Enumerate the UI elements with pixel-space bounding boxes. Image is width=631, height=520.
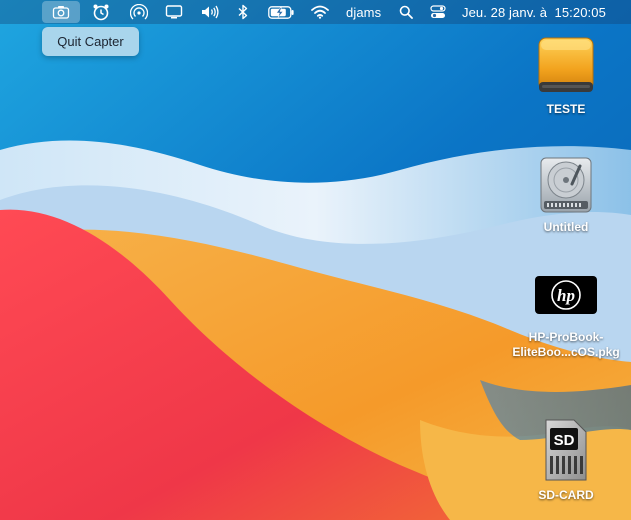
desktop-item-label-line1: HP-ProBook- [528, 330, 604, 344]
desktop-item-hp-package[interactable]: hp HP-ProBook- EliteBoo...cOS.pkg [511, 272, 621, 360]
user-name[interactable]: djams [346, 0, 381, 24]
desktop-item-sd-card[interactable]: SD SD-CARD [511, 418, 621, 503]
menu-clock[interactable]: Jeu. 28 janv. à 15:20:05 [462, 0, 606, 24]
desktop-item-label: SD-CARD [538, 488, 594, 502]
clock-text: Jeu. 28 janv. à 15:20:05 [462, 4, 606, 20]
capter-tooltip: Quit Capter [42, 27, 139, 56]
menu-bar: djams Jeu. 28 janv. à 15:20:05 [0, 0, 631, 24]
bluetooth-icon[interactable] [234, 0, 252, 24]
desktop-item-teste[interactable]: TESTE [511, 36, 621, 117]
airdrop-icon[interactable] [128, 0, 150, 24]
desktop-item-label: HP-ProBook- EliteBoo...cOS.pkg [511, 330, 621, 360]
tooltip-text: Quit Capter [57, 34, 124, 49]
hard-disk-icon [511, 156, 621, 216]
desktop-item-untitled[interactable]: Untitled [511, 156, 621, 235]
desktop-item-label: Untitled [543, 220, 589, 234]
desktop-item-label-line2: EliteBoo...cOS.pkg [512, 345, 620, 359]
control-center-icon[interactable] [428, 0, 448, 24]
display-icon[interactable] [163, 0, 185, 24]
wifi-icon[interactable] [309, 0, 331, 24]
speaker-volume-icon[interactable] [198, 0, 222, 24]
user-name-text: djams [346, 4, 382, 20]
external-drive-icon [511, 36, 621, 98]
desktop-item-label: TESTE [546, 102, 586, 116]
spotlight-search-icon[interactable] [396, 0, 416, 24]
capter-camera-icon[interactable] [42, 1, 80, 23]
svg-text:hp: hp [557, 286, 575, 305]
alarm-clock-icon[interactable] [90, 0, 112, 24]
hp-package-icon: hp [511, 272, 621, 318]
sd-card-icon: SD [511, 418, 621, 484]
svg-text:SD: SD [554, 432, 575, 449]
battery-charging-icon[interactable] [266, 0, 296, 24]
